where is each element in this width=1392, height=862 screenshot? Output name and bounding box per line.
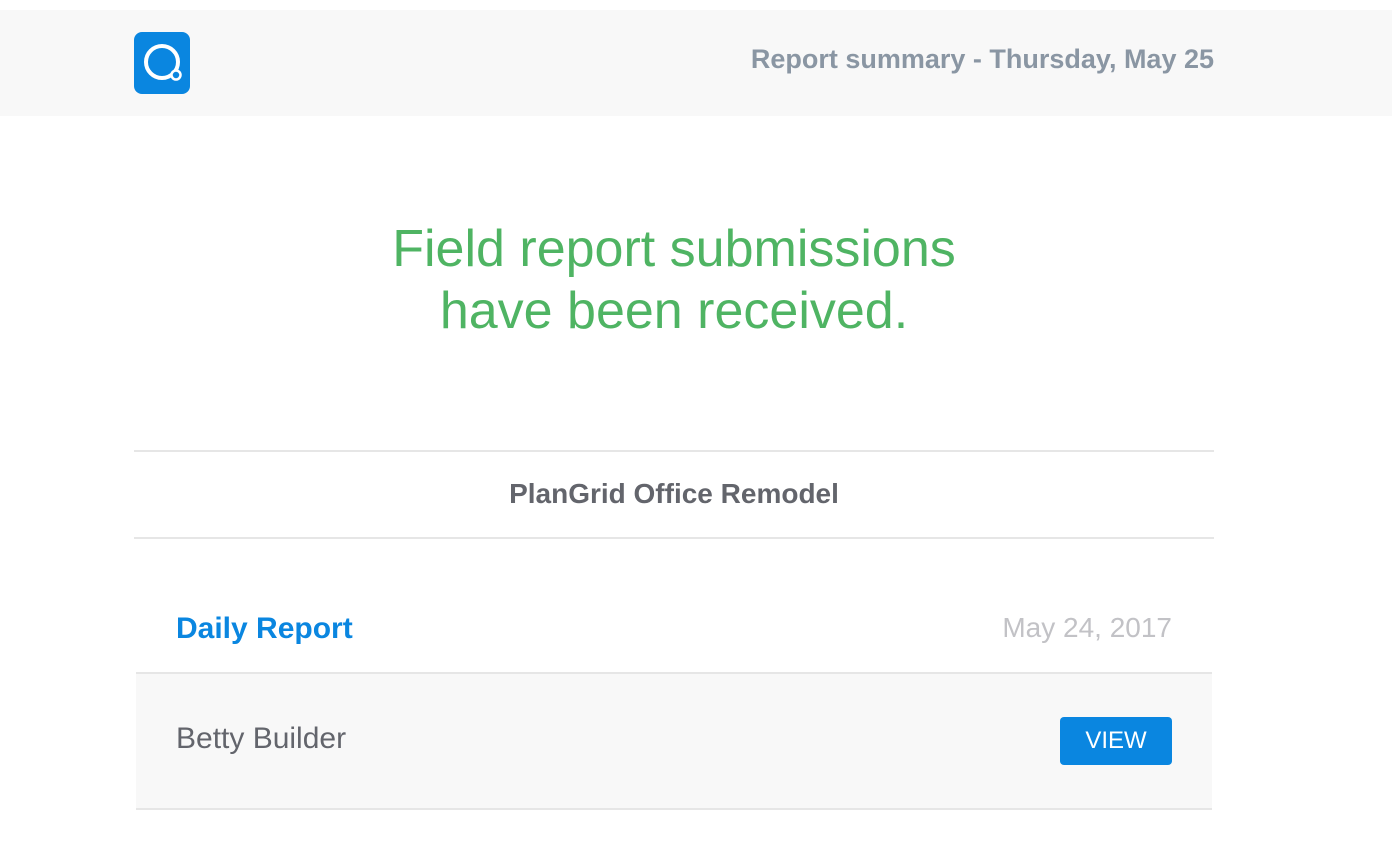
submitter-name: Betty Builder — [176, 722, 347, 755]
view-button[interactable]: VIEW — [1060, 717, 1172, 765]
divider — [134, 537, 1214, 539]
report-date: May 24, 2017 — [1002, 612, 1172, 643]
submission-row: Betty Builder VIEW — [136, 672, 1212, 810]
plangrid-logo-icon — [134, 32, 190, 94]
project-name: PlanGrid Office Remodel — [509, 478, 839, 509]
daily-report-link[interactable]: Daily Report — [176, 612, 353, 646]
headline: Field report submissions have been recei… — [134, 218, 1214, 342]
headline-line-1: Field report submissions — [392, 220, 956, 278]
divider — [134, 450, 1214, 452]
report-summary-date: Report summary - Thursday, May 25 — [750, 44, 1214, 74]
headline-line-2: have been received. — [439, 282, 909, 340]
